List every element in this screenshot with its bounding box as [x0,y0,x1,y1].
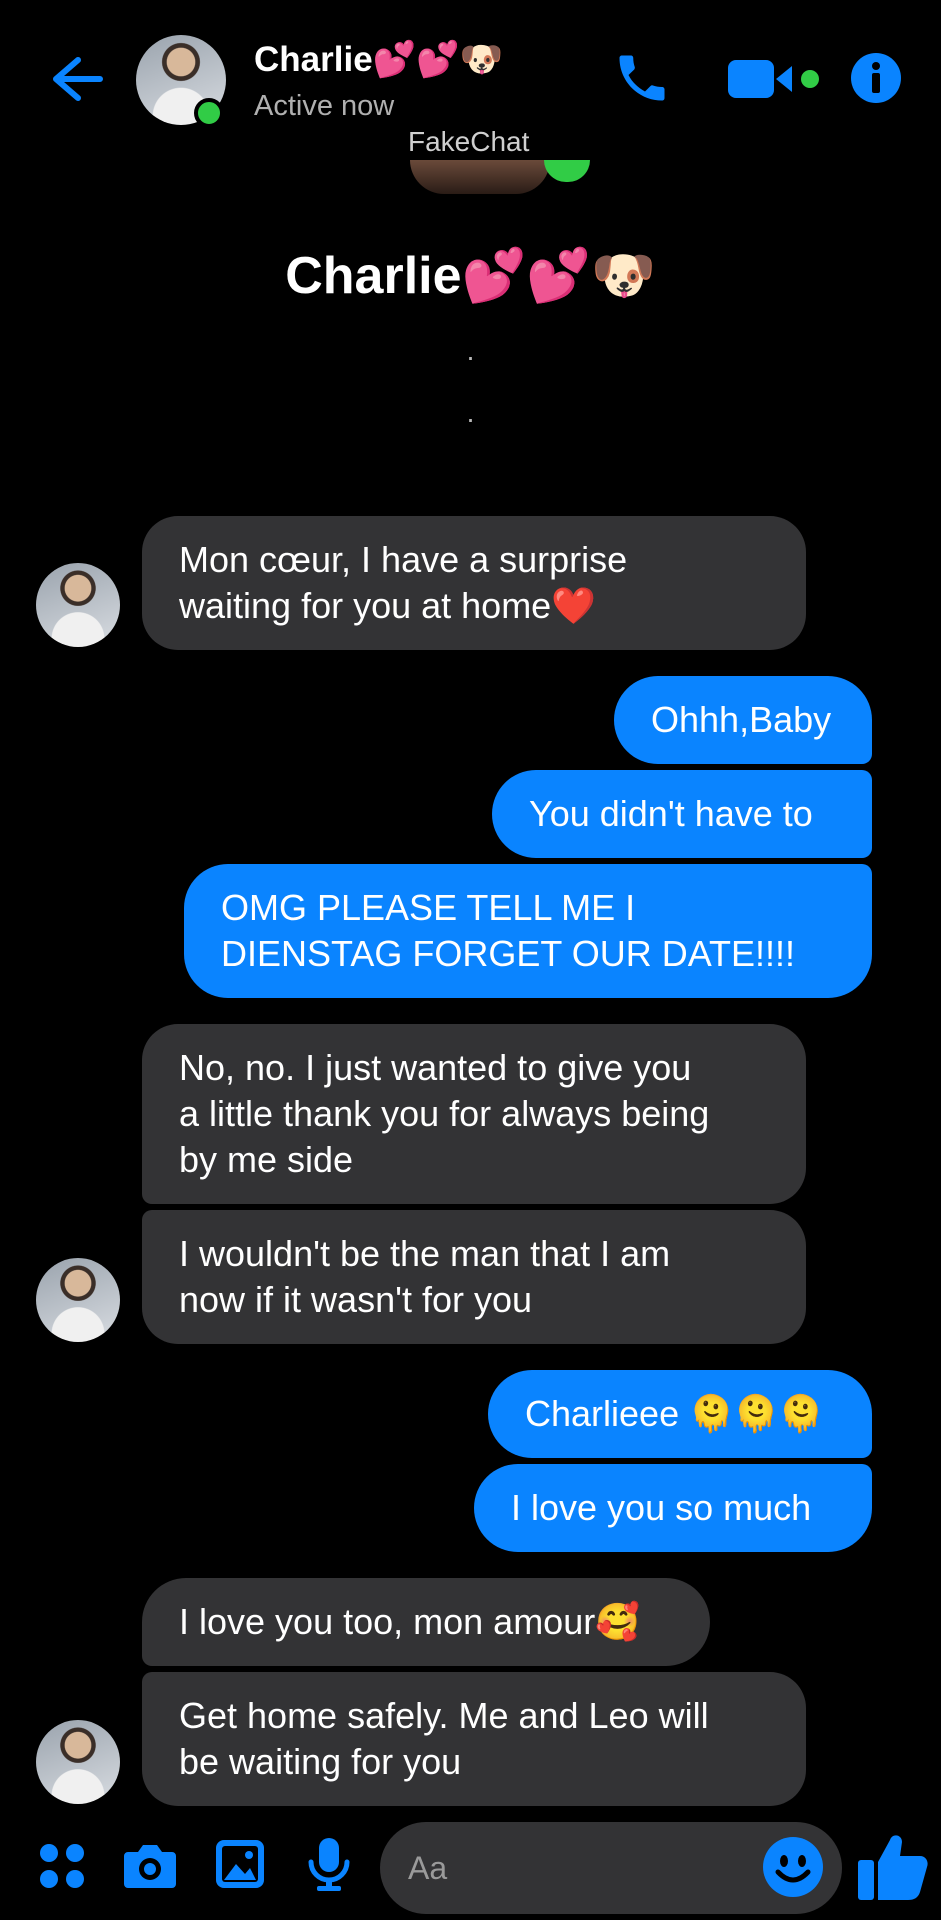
info-icon [851,53,901,103]
photo-button[interactable] [214,1838,266,1890]
message-bubble-outgoing[interactable]: Ohhh,Baby [614,676,872,764]
apps-icon [40,1844,84,1888]
message-bubble-incoming[interactable]: Mon cœur, I have a surprise waiting for … [142,516,806,650]
message-bubble-outgoing[interactable]: You didn't have to [492,770,872,858]
profile-dot-2: . [466,397,475,428]
phone-icon [619,55,665,101]
message-bubble-incoming[interactable]: Get home safely. Me and Leo will be wait… [142,1672,806,1806]
emoji-icon [763,1837,823,1897]
back-arrow-icon [53,57,103,101]
message-avatar[interactable] [36,1720,120,1804]
message-input-placeholder: Aa [408,1850,448,1886]
apps-button[interactable] [38,1842,86,1890]
message-bubble-outgoing[interactable]: OMG PLEASE TELL ME I DIENSTAG FORGET OUR… [184,864,872,998]
message-bubble-incoming[interactable]: No, no. I just wanted to give you a litt… [142,1024,806,1204]
video-camera-icon [728,60,819,98]
emoji-button[interactable] [762,1836,824,1898]
message-avatar[interactable] [36,563,120,647]
message-bubble-outgoing[interactable]: Charlieee 🫠🫠🫠 [488,1370,872,1458]
call-button[interactable] [612,48,672,108]
thumbs-up-icon [858,1835,928,1900]
message-bubble-incoming[interactable]: I love you too, mon amour🥰 [142,1578,710,1666]
contact-name[interactable]: Charlie💕💕🐶 [254,38,503,82]
profile-dot-1: . [466,335,475,366]
profile-avatar-peek [410,160,550,194]
camera-button[interactable] [122,1840,178,1890]
chat-header: Charlie💕💕🐶 Active now FakeChat [0,0,941,160]
active-status: Active now [254,90,395,122]
profile-name: Charlie💕💕🐶 [285,247,656,305]
voice-button[interactable] [306,1836,352,1892]
message-bubble-incoming[interactable]: I wouldn't be the man that I am now if i… [142,1210,806,1344]
watermark: FakeChat [408,126,530,157]
online-indicator [194,98,224,128]
video-call-button[interactable] [726,56,820,102]
like-button[interactable] [856,1828,930,1902]
photo-icon [216,1840,264,1888]
message-avatar[interactable] [36,1258,120,1342]
profile-online-dot [544,160,590,182]
message-bubble-outgoing[interactable]: I love you so much [474,1464,872,1552]
message-input[interactable]: Aa [380,1822,842,1914]
microphone-icon [308,1838,350,1891]
info-button[interactable] [850,52,902,104]
camera-icon [124,1845,176,1888]
back-button[interactable] [48,54,104,104]
